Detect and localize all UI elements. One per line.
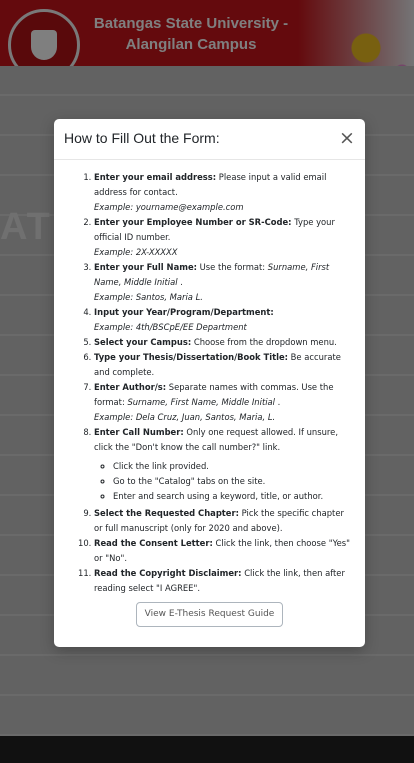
- sub-item: Go to the "Catalog" tabs on the site.: [113, 474, 355, 489]
- step-item: Select your Campus: Choose from the drop…: [94, 335, 355, 350]
- guide-button-wrap: View E-Thesis Request Guide: [64, 602, 355, 627]
- step-example: Example: Dela Cruz, Juan, Santos, Maria,…: [94, 412, 276, 422]
- step-label: Read the Copyright Disclaimer:: [94, 568, 242, 578]
- sub-item: Enter and search using a keyword, title,…: [113, 489, 355, 504]
- step-item: Read the Copyright Disclaimer: Click the…: [94, 566, 355, 596]
- step-format: Surname, First Name, Middle Initial: [127, 397, 276, 407]
- step-label: Select your Campus:: [94, 337, 192, 347]
- modal-title: How to Fill Out the Form:: [64, 130, 220, 146]
- step-label: Read the Consent Letter:: [94, 538, 213, 548]
- step-example: Example: yourname@example.com: [94, 202, 244, 212]
- step-text-tail: .: [275, 397, 281, 407]
- step-item: Enter Call Number: Only one request allo…: [94, 425, 355, 504]
- step-text: Use the format:: [196, 262, 268, 272]
- step-label: Enter your Full Name:: [94, 262, 197, 272]
- step-label: Enter Author/s:: [94, 382, 167, 392]
- step-label: Type your Thesis/Dissertation/Book Title…: [94, 352, 289, 362]
- step-item: Select the Requested Chapter: Pick the s…: [94, 506, 355, 536]
- step-item: Read the Consent Letter: Click the link,…: [94, 536, 355, 566]
- step-text-tail: .: [177, 277, 183, 287]
- step-example: Example: 4th/BSCpE/EE Department: [94, 322, 247, 332]
- step-item: Type your Thesis/Dissertation/Book Title…: [94, 350, 355, 380]
- modal-body: Enter your email address: Please input a…: [54, 160, 365, 627]
- step-item: Enter Author/s: Separate names with comm…: [94, 380, 355, 425]
- close-icon[interactable]: ×: [337, 128, 357, 148]
- step-label: Enter your email address:: [94, 172, 217, 182]
- sub-item: Click the link provided.: [113, 459, 355, 474]
- step-item: Enter your Employee Number or SR-Code: T…: [94, 215, 355, 260]
- modal-header: How to Fill Out the Form: ×: [54, 119, 365, 160]
- step-item: Enter your email address: Please input a…: [94, 170, 355, 215]
- step-label: Enter your Employee Number or SR-Code:: [94, 217, 292, 227]
- step-item: Input your Year/Program/Department: Exam…: [94, 305, 355, 335]
- view-guide-button[interactable]: View E-Thesis Request Guide: [135, 602, 284, 627]
- step-item: Enter your Full Name: Use the format: Su…: [94, 260, 355, 305]
- step-label: Select the Requested Chapter:: [94, 508, 239, 518]
- steps-list: Enter your email address: Please input a…: [64, 170, 355, 596]
- step-example: Example: Santos, Maria L.: [94, 292, 203, 302]
- sub-list: Click the link provided. Go to the "Cata…: [94, 459, 355, 504]
- step-label: Input your Year/Program/Department:: [94, 307, 274, 317]
- step-text: Choose from the dropdown menu.: [191, 337, 337, 347]
- step-label: Enter Call Number:: [94, 427, 184, 437]
- step-example: Example: 2X-XXXXX: [94, 247, 178, 257]
- instructions-modal: How to Fill Out the Form: × Enter your e…: [54, 119, 365, 647]
